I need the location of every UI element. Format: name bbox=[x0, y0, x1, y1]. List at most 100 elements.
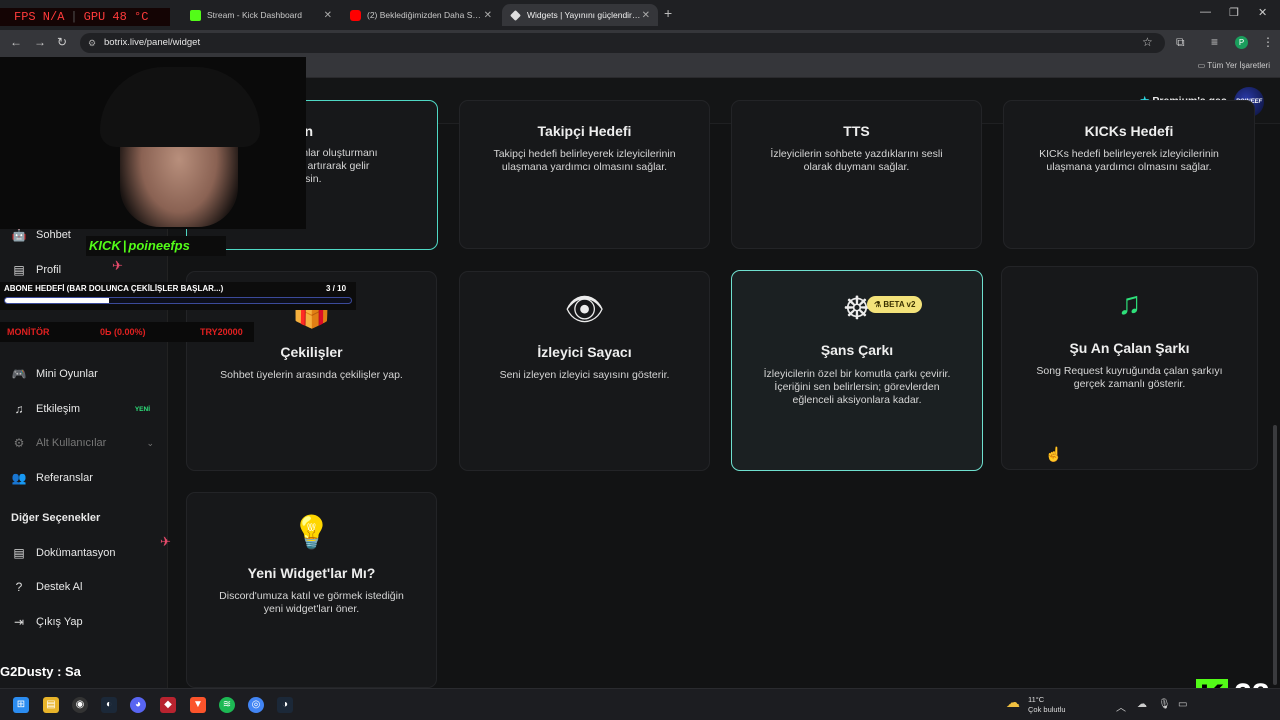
media-control-icon[interactable]: ≡ bbox=[1211, 35, 1218, 49]
widget-card-yeni-widgetlar[interactable]: 💡 Yeni Widget'lar Mı? Discord'umuza katı… bbox=[186, 492, 437, 688]
all-bookmarks-label: Tüm Yer İşaretleri bbox=[1207, 61, 1270, 70]
close-icon[interactable]: ✕ bbox=[324, 10, 332, 21]
widget-desc: Discord'umuza katıl ve görmek istediğin … bbox=[219, 590, 404, 615]
fps-gpu-overlay: FPS N/A | GPU 48 °C bbox=[0, 8, 170, 26]
reload-icon[interactable]: ↻ bbox=[57, 35, 67, 49]
sidebar-item-mini-oyunlar[interactable]: 🎮 Mini Oyunlar bbox=[10, 367, 160, 381]
windows-taskbar: ⊞ ▤ ◉ ◐ ◕ ◆ ▼ ≋ ◎ ◑ ☁ 11°C Çok bulutlu ︿… bbox=[0, 688, 1280, 720]
sub-goal-label: ABONE HEDEFİ (BAR DOLUNCA ÇEKİLİŞLER BAŞ… bbox=[4, 284, 224, 293]
maximize-icon[interactable]: ❐ bbox=[1229, 6, 1239, 19]
botrix-favicon-icon bbox=[510, 9, 521, 21]
window-close-icon[interactable]: ✕ bbox=[1258, 6, 1267, 19]
sidebar-item-label: Etkileşim bbox=[36, 403, 81, 415]
url-text: botrix.live/panel/widget bbox=[104, 37, 201, 48]
sidebar-item-label: Profil bbox=[36, 264, 62, 276]
tray-chevron-icon[interactable]: ︿ bbox=[1116, 699, 1126, 714]
forward-icon[interactable]: → bbox=[34, 35, 46, 49]
youtube-favicon-icon bbox=[350, 9, 361, 21]
logout-icon: ⇥ bbox=[13, 615, 25, 629]
users-icon: 👥 bbox=[11, 471, 27, 485]
url-field[interactable]: ⚙ botrix.live/panel/widget bbox=[80, 33, 1165, 53]
chrome-icon[interactable]: ◎ bbox=[248, 697, 264, 713]
eye-icon: 👁 bbox=[564, 291, 605, 327]
kick-favicon-icon bbox=[190, 9, 201, 21]
tab-title: Stream - Kick Dashboard bbox=[207, 10, 302, 20]
site-info-icon[interactable]: ⚙ bbox=[88, 33, 96, 53]
microphone-icon[interactable]: 🎙 bbox=[1158, 699, 1171, 710]
widget-title: Takipçi Hedefi bbox=[537, 123, 632, 139]
tab-widgets[interactable]: Widgets | Yayınını güçlendirme... ✕ bbox=[502, 4, 658, 26]
minimize-icon[interactable]: — bbox=[1200, 6, 1211, 18]
gpu-text: GPU 48 °C bbox=[83, 10, 149, 24]
steam-icon[interactable]: ◐ bbox=[101, 697, 117, 713]
sidebar-item-label: Sohbet bbox=[36, 229, 71, 241]
widget-card-tts[interactable]: TTS İzleyicilerin sohbete yazdıklarını s… bbox=[731, 100, 982, 249]
page-scrollbar[interactable] bbox=[1273, 425, 1277, 685]
widget-card-takipci-hedefi[interactable]: Takipçi Hedefi Takipçi hedefi belirleyer… bbox=[459, 100, 710, 249]
sidebar-item-label: Referanslar bbox=[36, 472, 93, 484]
windows-start-icon[interactable]: ⊞ bbox=[13, 697, 29, 713]
widget-desc: KICKs hedefi belirleyerek izleyicilerini… bbox=[1039, 148, 1219, 173]
sidebar-item-profil[interactable]: ▤ Profil bbox=[10, 263, 160, 277]
weather-temp: 11°C bbox=[1028, 695, 1045, 704]
extensions-icon[interactable]: ⧉ bbox=[1176, 35, 1185, 50]
kick-channel-badge: KICK | poineefps bbox=[86, 236, 226, 256]
sidebar-item-cikis-yap[interactable]: ⇥ Çıkış Yap bbox=[10, 615, 160, 629]
weather-widget[interactable]: ☁ 11°C Çok bulutlu bbox=[1006, 695, 1066, 715]
network-icon[interactable]: ▭ bbox=[1178, 699, 1187, 710]
all-bookmarks-button[interactable]: ▭ Tüm Yer İşaretleri bbox=[1198, 61, 1270, 70]
lightbulb-icon: 💡 bbox=[291, 514, 332, 550]
sidebar-item-label: Çıkış Yap bbox=[36, 616, 83, 628]
steam-icon-2[interactable]: ◑ bbox=[277, 697, 293, 713]
sidebar-item-destek-al[interactable]: ? Destek Al bbox=[10, 580, 160, 594]
close-icon[interactable]: ✕ bbox=[484, 10, 492, 21]
back-icon[interactable]: ← bbox=[10, 35, 22, 49]
widget-card-sans-carki[interactable]: ☸ ⚗ BETA v2 Şans Çarkı İzleyicilerin öze… bbox=[731, 270, 983, 471]
sidebar-item-etkilesim[interactable]: ♫ Etkileşim YENİ bbox=[10, 402, 160, 416]
widget-desc: Sohbet üyelerin arasında çekilişler yap. bbox=[220, 369, 403, 381]
app-icon[interactable]: ◆ bbox=[160, 697, 176, 713]
widget-card-kicks-hedefi[interactable]: KICKs Hedefi KICKs hedefi belirleyerek i… bbox=[1003, 100, 1255, 249]
hand-cursor-icon: ☝ bbox=[1045, 446, 1063, 462]
widget-desc: İzleyicilerin özel bir komutla çarkı çev… bbox=[763, 368, 951, 406]
separator: | bbox=[122, 238, 127, 253]
widget-desc: Song Request kuyruğunda çalan şarkıyı ge… bbox=[1036, 365, 1223, 390]
kick-brand: KICK bbox=[89, 238, 121, 253]
brave-icon[interactable]: ▼ bbox=[190, 697, 206, 713]
widget-card-izleyici-sayaci[interactable]: 👁 İzleyici Sayacı Seni izleyen izleyici … bbox=[459, 271, 710, 471]
bookmark-star-icon[interactable]: ☆ bbox=[1142, 35, 1153, 49]
spotify-icon[interactable]: ≋ bbox=[219, 697, 235, 713]
widget-desc: İzleyicilerin sohbete yazdıklarını sesli… bbox=[770, 148, 943, 173]
profile-avatar[interactable]: P bbox=[1235, 36, 1248, 49]
monitor-value: 0Ь (0.00%) bbox=[100, 327, 146, 337]
sidebar-item-dokumantasyon[interactable]: ▤ Dokümantasyon bbox=[10, 546, 160, 560]
sub-goal-fill bbox=[5, 298, 109, 303]
menu-kebab-icon[interactable]: ⋮ bbox=[1262, 35, 1274, 49]
robot-icon: 🤖 bbox=[11, 228, 27, 242]
close-icon[interactable]: ✕ bbox=[642, 10, 650, 21]
widget-title: Şans Çarkı bbox=[820, 342, 894, 358]
flask-icon: ⚗ bbox=[874, 300, 884, 309]
weather-desc: Çok bulutlu bbox=[1028, 705, 1066, 714]
webcam-hair bbox=[100, 67, 260, 147]
obs-icon[interactable]: ◉ bbox=[72, 697, 88, 713]
file-explorer-icon[interactable]: ▤ bbox=[43, 697, 59, 713]
new-tab-button[interactable]: + bbox=[664, 5, 672, 21]
tab-kick-dashboard[interactable]: Stream - Kick Dashboard ✕ bbox=[182, 4, 340, 26]
sidebar-item-alt-kullanicilar[interactable]: ⚙ Alt Kullanıcılar ⌄ bbox=[10, 436, 160, 450]
chat-line: G2Dusty : Sa bbox=[0, 664, 81, 679]
sidebar-item-referanslar[interactable]: 👥 Referanslar bbox=[10, 471, 160, 485]
sidebar-item-label: Mini Oyunlar bbox=[36, 368, 98, 380]
widget-card-su-an-calan-sarki[interactable]: ♫ Şu An Çalan Şarkı Song Request kuyruğu… bbox=[1001, 266, 1258, 470]
sub-goal-track bbox=[4, 297, 352, 304]
separator: | bbox=[70, 10, 78, 24]
tab-youtube[interactable]: (2) Beklediğimizden Daha Sam... ✕ bbox=[342, 4, 500, 26]
bird-icon: ✈ bbox=[112, 258, 123, 273]
onedrive-icon[interactable]: ☁ bbox=[1137, 699, 1147, 710]
sidebar-item-label: Dokümantasyon bbox=[36, 547, 116, 559]
discord-icon[interactable]: ◕ bbox=[130, 697, 146, 713]
channel-name: poineefps bbox=[128, 238, 190, 253]
gamepad-icon: 🎮 bbox=[11, 367, 27, 381]
browser-tab-strip: Stream - Kick Dashboard ✕ (2) Beklediğim… bbox=[0, 0, 1280, 30]
chevron-down-icon: ⌄ bbox=[146, 437, 154, 448]
